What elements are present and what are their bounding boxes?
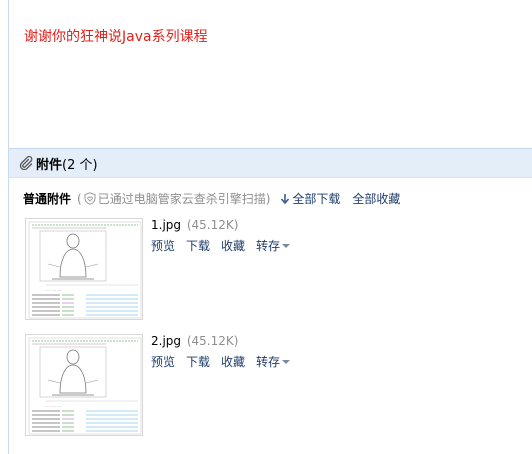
paperclip-icon (19, 155, 33, 171)
attachment-actions: 预览 下载 收藏 转存 (151, 353, 301, 370)
scan-status-text: 已通过电脑管家云查杀引擎扫描 (97, 192, 266, 206)
download-link[interactable]: 下载 (186, 353, 210, 370)
attachment-thumbnail[interactable]: ..... ..... ..... (25, 218, 143, 320)
download-all-link[interactable]: 全部下载 (292, 190, 340, 207)
attachments-body: 普通附件 ( 已通过电脑管家云查杀引擎扫描 ) 全部下载 全部收藏 ..... … (9, 178, 532, 454)
section-label: 普通附件 (23, 192, 72, 206)
attachments-header: 附件 (2 个) (9, 148, 532, 178)
save-all-link[interactable]: 全部收藏 (352, 190, 400, 207)
attachment-filesize: (45.12K) (186, 218, 239, 232)
preview-link[interactable]: 预览 (151, 237, 175, 254)
transfer-dropdown[interactable]: 转存 (256, 353, 291, 370)
download-link[interactable]: 下载 (186, 237, 210, 254)
scan-paren-open: ( (77, 191, 82, 206)
attachment-actions: 预览 下载 收藏 转存 (151, 237, 301, 254)
message-body-text: 谢谢你的狂神说Java系列课程 (24, 29, 208, 45)
attachment-filename: 2.jpg (151, 334, 182, 348)
attachments-count: (2 个) (62, 157, 98, 173)
down-arrow-icon (280, 193, 290, 205)
attachment-info: 2.jpg (45.12K) 预览 下载 收藏 转存 (151, 334, 301, 370)
attachment-filesize: (45.12K) (186, 334, 239, 348)
transfer-label: 转存 (256, 239, 281, 253)
scan-paren-close: ) (265, 191, 271, 206)
shield-heart-icon (84, 192, 96, 205)
attachment-item: ..... ..... ..... 1.jpg (45.12K) 预览 下载 收… (25, 218, 405, 324)
svg-text:..... ..... .....: ..... ..... ..... (46, 404, 62, 408)
svg-text:..... ..... .....: ..... ..... ..... (46, 288, 62, 292)
attachment-info: 1.jpg (45.12K) 预览 下载 收藏 转存 (151, 218, 301, 254)
transfer-dropdown[interactable]: 转存 (256, 237, 291, 254)
preview-link[interactable]: 预览 (151, 353, 175, 370)
transfer-label: 转存 (256, 355, 281, 369)
save-link[interactable]: 收藏 (221, 237, 245, 254)
attachments-title: 附件 (36, 157, 63, 173)
caret-down-icon (282, 360, 291, 364)
attachment-filename: 1.jpg (151, 218, 182, 232)
attachments-toolbar: 普通附件 ( 已通过电脑管家云查杀引擎扫描 ) 全部下载 全部收藏 (23, 190, 400, 207)
caret-down-icon (282, 244, 291, 248)
save-link[interactable]: 收藏 (221, 353, 245, 370)
attachment-thumbnail[interactable]: ..... ..... ..... (25, 334, 143, 436)
attachment-item: ..... ..... ..... 2.jpg (45.12K) 预览 下载 收… (25, 334, 405, 440)
